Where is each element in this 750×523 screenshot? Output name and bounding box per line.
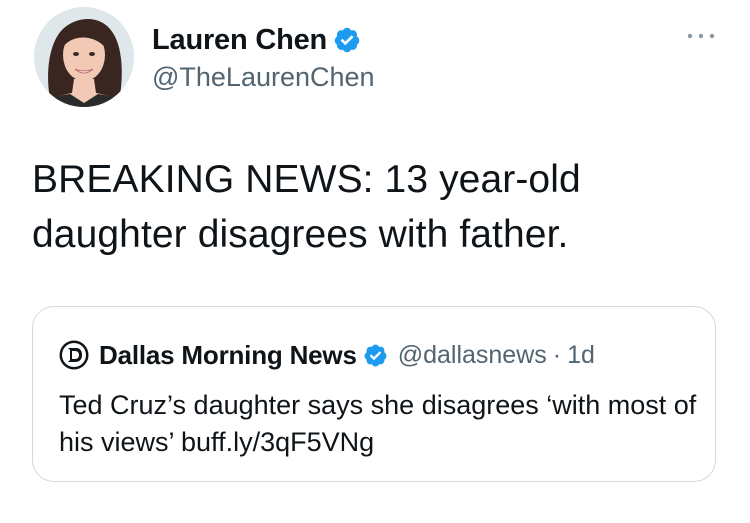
tweet: Lauren Chen @TheLaurenChen BREAKING NEWS… [0,0,750,523]
author-name-row: Lauren Chen [152,22,375,58]
quoted-verified-badge-icon [364,344,387,366]
quoted-tweet[interactable]: Dallas Morning News @dallasnews · 1d Ted… [32,306,716,482]
verified-badge-icon [334,27,360,53]
author-handle[interactable]: @TheLaurenChen [152,62,375,93]
quoted-timestamp[interactable]: 1d [567,341,595,370]
quoted-tweet-text: Ted Cruz’s daughter says she disagrees ‘… [59,390,697,457]
quoted-tweet-header: Dallas Morning News @dallasnews · 1d [59,339,595,371]
tweet-text: BREAKING NEWS: 13 year-old daughter disa… [32,158,581,256]
author-display-name[interactable]: Lauren Chen [152,24,327,57]
author-info: Lauren Chen @TheLaurenChen [152,22,375,93]
avatar-image [34,7,134,107]
quoted-author-display-name[interactable]: Dallas Morning News [99,340,357,371]
author-avatar[interactable] [34,7,134,107]
quoted-meta-separator: · [552,340,562,369]
quoted-author-handle[interactable]: @dallasnews [398,341,547,370]
dallas-morning-news-logo-icon[interactable] [59,340,89,370]
more-horizontal-icon[interactable] [686,30,716,42]
